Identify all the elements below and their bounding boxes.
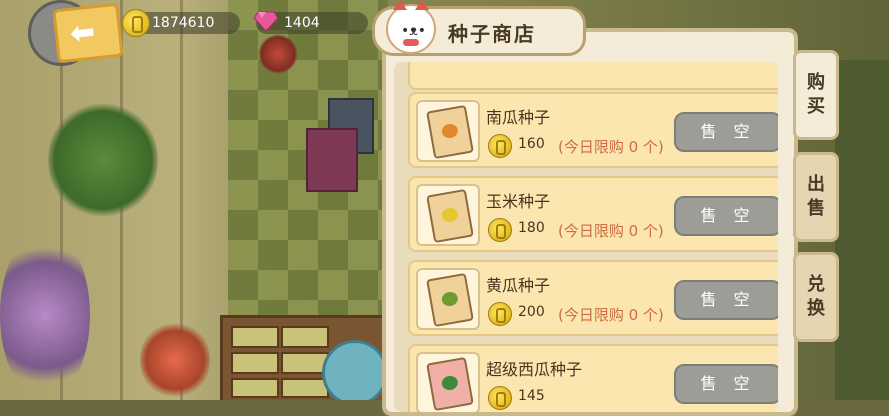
- back-arrow-icon: ⬅: [68, 14, 97, 52]
- sold-out-button[interactable]: 售 空: [674, 364, 778, 404]
- item-price: 145: [518, 388, 545, 404]
- seed-packet-thumb: [416, 352, 480, 412]
- gem-icon: [254, 11, 278, 32]
- tab-exchange[interactable]: 兑 换: [793, 252, 839, 342]
- coin-counter: 1874610: [122, 9, 240, 37]
- coin-icon: [488, 302, 512, 326]
- coin-icon: [488, 386, 512, 410]
- list-item: 黄瓜种子 200 (今日限购 0 个) 售 空: [408, 260, 778, 336]
- flower-bunch: [140, 320, 210, 400]
- list-item: 南瓜种子 160 (今日限购 0 个) 售 空: [408, 92, 778, 168]
- seed-packet-thumb: [416, 268, 480, 330]
- purchase-limit: (今日限购 0 个): [558, 138, 664, 156]
- list-item-partial: [408, 62, 778, 90]
- item-name: 南瓜种子: [486, 108, 551, 127]
- seed-packet-thumb: [416, 100, 480, 162]
- purchase-limit: (今日限购 0 个): [558, 222, 664, 240]
- list-item: 玉米种子 180 (今日限购 0 个) 售 空: [408, 176, 778, 252]
- seed-packet-icon: [426, 356, 474, 412]
- item-name: 玉米种子: [486, 192, 551, 211]
- coin-icon: [488, 134, 512, 158]
- sold-out-button[interactable]: 售 空: [674, 280, 778, 320]
- coin-count: 1874610: [152, 15, 215, 31]
- scale: [322, 340, 388, 400]
- window-shelf-right: [835, 60, 889, 400]
- seed-packet-icon: [426, 272, 474, 328]
- hanging-plant: [48, 100, 158, 220]
- item-name: 黄瓜种子: [486, 276, 551, 295]
- coin-icon: [122, 9, 150, 37]
- wall-picture: [306, 128, 358, 192]
- item-name: 超级西瓜种子: [486, 360, 583, 379]
- sold-out-button[interactable]: 售 空: [674, 196, 778, 236]
- gem-count: 1404: [284, 15, 320, 31]
- purchase-limit: (今日限购 0 个): [558, 306, 664, 324]
- seed-packet-icon: [426, 104, 474, 160]
- item-price: 180: [518, 220, 545, 236]
- item-list: 南瓜种子 160 (今日限购 0 个) 售 空 玉米种子 180 (今日限购 0…: [394, 62, 778, 412]
- tab-buy[interactable]: 购 买: [793, 50, 839, 140]
- shop-title: 种子商店: [448, 22, 536, 46]
- list-item: 超级西瓜种子 145 售 空: [408, 344, 778, 412]
- seed-packet-icon: [426, 188, 474, 244]
- seed-packet-thumb: [416, 184, 480, 246]
- gem-counter: 1404: [254, 11, 368, 34]
- pruning-shears-icon: [258, 34, 298, 74]
- item-price: 160: [518, 136, 545, 152]
- back-button[interactable]: ⬅: [52, 2, 124, 64]
- flower-pot-left: [0, 230, 90, 400]
- lucky-cat-icon: •ᴥ•: [386, 0, 436, 54]
- tab-sell[interactable]: 出 售: [793, 152, 839, 242]
- sold-out-button[interactable]: 售 空: [674, 112, 778, 152]
- seed-shop-panel: 南瓜种子 160 (今日限购 0 个) 售 空 玉米种子 180 (今日限购 0…: [382, 28, 798, 416]
- item-price: 200: [518, 304, 545, 320]
- coin-icon: [488, 218, 512, 242]
